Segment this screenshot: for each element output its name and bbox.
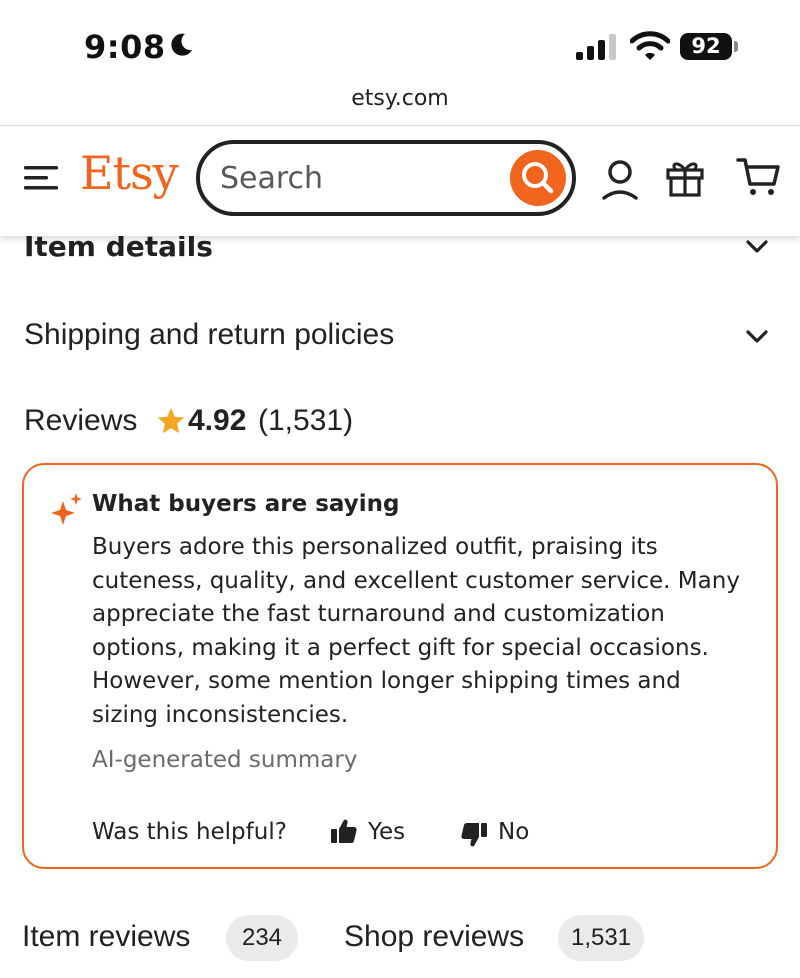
browser-url[interactable]: etsy.com	[0, 86, 800, 111]
rating-count: (1,531)	[258, 404, 354, 437]
search-bar	[196, 140, 576, 216]
user-account-icon[interactable]	[600, 158, 640, 200]
site-header: Etsy	[0, 126, 800, 236]
etsy-logo[interactable]: Etsy	[80, 146, 179, 200]
helpful-no-button[interactable]: No	[498, 819, 529, 845]
chevron-down-icon[interactable]	[746, 240, 768, 254]
item-reviews-count-badge: 234	[226, 915, 298, 961]
star-icon	[157, 407, 185, 434]
sparkle-icon	[51, 493, 82, 525]
hamburger-menu-icon[interactable]	[24, 162, 60, 194]
review-summary-card: What buyers are saying Buyers adore this…	[22, 463, 778, 869]
summary-line: cuteness, quality, and excellent custome…	[92, 567, 740, 594]
chevron-down-icon[interactable]	[746, 330, 768, 344]
cart-icon[interactable]	[736, 156, 782, 198]
summary-line: appreciate the fast turnaround and custo…	[92, 601, 665, 628]
shipping-policies-heading[interactable]: Shipping and return policies	[24, 318, 394, 352]
moon-icon	[171, 33, 192, 56]
summary-text: Buyers adore this personalized outfit, p…	[92, 531, 762, 733]
ai-summary-note: AI-generated summary	[92, 747, 358, 773]
status-time: 9:08	[84, 28, 166, 66]
thumbs-up-icon[interactable]	[330, 817, 358, 845]
search-input[interactable]	[220, 144, 490, 212]
tab-shop-reviews[interactable]: Shop reviews	[344, 920, 524, 954]
summary-line: Buyers adore this personalized outfit, p…	[92, 534, 658, 560]
search-button[interactable]	[510, 150, 566, 206]
helpful-yes-button[interactable]: Yes	[368, 819, 405, 845]
helpful-prompt: Was this helpful?	[92, 819, 287, 845]
summary-title: What buyers are saying	[92, 491, 400, 517]
summary-line: sizing inconsistencies.	[92, 701, 349, 728]
search-icon	[522, 162, 554, 194]
reviews-heading: Reviews	[24, 404, 138, 437]
battery-level: 92	[691, 34, 721, 58]
summary-line: options, making it a perfect gift for sp…	[92, 634, 709, 661]
thumbs-down-icon[interactable]	[460, 821, 488, 849]
rating-value: 4.92	[188, 404, 247, 437]
tab-item-reviews[interactable]: Item reviews	[22, 920, 190, 954]
shop-reviews-count-badge: 1,531	[558, 915, 644, 961]
summary-line: However, some mention longer shipping ti…	[92, 668, 681, 695]
battery-cap	[734, 41, 738, 52]
wifi-icon	[630, 31, 670, 60]
gift-icon[interactable]	[664, 156, 706, 198]
cellular-signal-icon	[576, 34, 616, 60]
